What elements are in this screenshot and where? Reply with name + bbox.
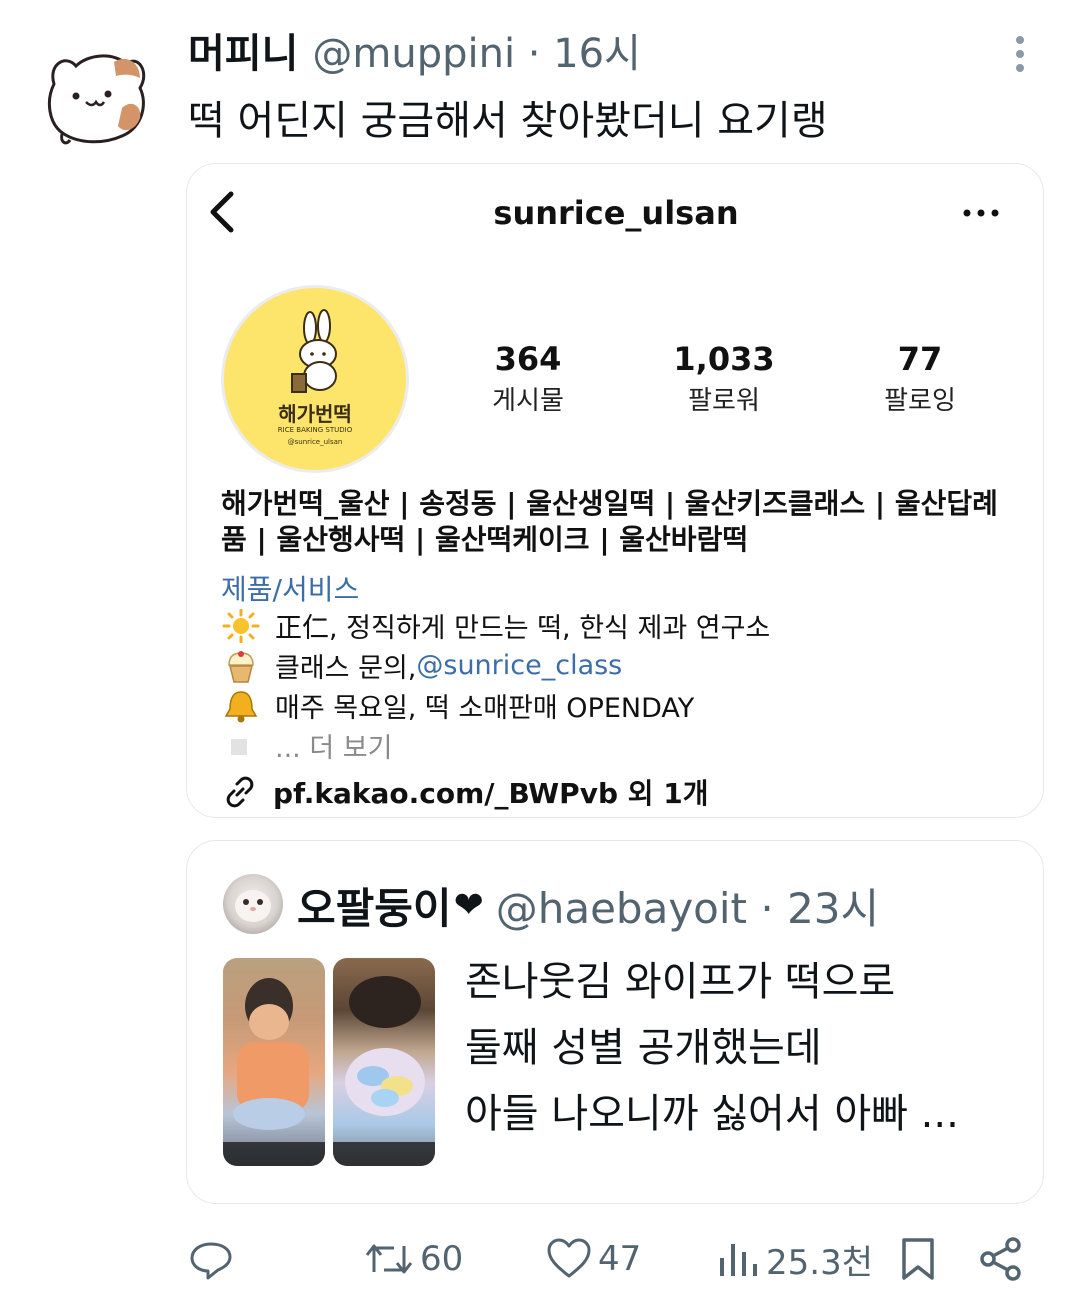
ig-class-mention: @sunrice_class	[416, 650, 623, 681]
ig-bio-line-4: ... 더 보기	[221, 726, 392, 765]
share-icon	[980, 1237, 1021, 1281]
bookmark-icon	[902, 1238, 934, 1280]
ig-followers-label: 팔로워	[688, 386, 760, 416]
ig-logo-handle: @sunrice_ulsan	[287, 438, 343, 446]
ig-posts-count: 364	[494, 340, 562, 378]
heart-emoji: ❤	[453, 884, 484, 926]
ig-link-row: pf.kakao.com/_BWPvb 외 1개	[221, 772, 708, 812]
views-button[interactable]: 25.3천	[716, 1228, 873, 1290]
ig-username: sunrice_ulsan	[493, 194, 739, 232]
ig-bio-line-1-text: 正仁, 정직하게 만드는 떡, 한식 제과 연구소	[275, 613, 771, 644]
tweet-text: 떡 어딘지 궁금해서 찾아봤더니 요기랭	[188, 98, 828, 144]
link-icon	[226, 776, 254, 808]
ig-bio-line-2: 클래스 문의, @sunrice_class	[221, 646, 622, 685]
quoted-author-avatar	[223, 874, 283, 934]
more-vert-icon[interactable]	[1006, 34, 1034, 74]
ig-followers-count: 1,033	[673, 340, 775, 378]
more-horiz-icon	[963, 209, 999, 217]
retweet-button[interactable]: 60	[364, 1228, 463, 1290]
ig-bio-line-3-text: 매주 목요일, 떡 소매판매 OPENDAY	[275, 693, 695, 724]
ig-stat-following: 77 팔로잉	[835, 340, 1005, 417]
like-button[interactable]: 47	[546, 1228, 641, 1290]
quoted-text-line-1: 존나웃김 와이프가 떡으로	[465, 959, 896, 1005]
author-display-name[interactable]: 머피니	[188, 21, 298, 79]
retweet-count: 60	[420, 1239, 464, 1279]
ig-following-count: 77	[897, 340, 943, 378]
quoted-text-line-3: 아들 나오니까 싫어서 아빠 ...	[465, 1091, 959, 1137]
ig-link-text: pf.kakao.com/_BWPvb 외 1개	[273, 777, 709, 810]
share-button[interactable]	[978, 1228, 1030, 1290]
tweet-action-bar: 60 47 25.3천	[0, 1228, 1080, 1290]
bell-icon	[224, 690, 258, 722]
ig-logo-sub: RICE BAKING STUDIO	[277, 426, 353, 434]
ig-stat-followers: 1,033 팔로워	[639, 340, 809, 417]
ig-stat-posts: 364 게시물	[443, 340, 613, 417]
views-icon	[720, 1244, 757, 1276]
reply-button[interactable]	[188, 1228, 240, 1290]
square-icon	[231, 738, 247, 755]
ig-bio-line-3: 매주 목요일, 떡 소매판매 OPENDAY	[221, 686, 694, 725]
like-icon	[547, 1238, 591, 1278]
ig-bio-line-2-text: 클래스 문의,	[275, 653, 417, 684]
bookmark-button[interactable]	[898, 1228, 944, 1290]
author-avatar[interactable]	[40, 38, 152, 150]
quoted-author-name: 오팔둥이	[297, 883, 452, 933]
hamster-avatar-icon	[235, 890, 271, 922]
ig-posts-label: 게시물	[492, 386, 564, 416]
tweet-image[interactable]: sunrice_ulsan 해가번떡 RICE BAKING STUDIO @s…	[186, 163, 1044, 818]
tweet-header: 머피니 @muppini · 16시	[188, 21, 641, 79]
ig-see-more: ... 더 보기	[275, 733, 393, 764]
quoted-media-thumbnail-1	[223, 958, 325, 1166]
ig-bio: 해가번떡_울산 | 송정동 | 울산생일떡 | 울산키즈클래스 | 울산답례품 …	[221, 487, 998, 556]
views-count: 25.3천	[766, 1242, 873, 1283]
retweet-icon	[365, 1244, 413, 1274]
cupcake-icon	[228, 650, 254, 683]
quoted-text-line-2: 둘째 성별 공개했는데	[465, 1025, 822, 1071]
quoted-tweet[interactable]: 오팔둥이 ❤ @haebayoit · 23시 존나웃김 와이프가 떡으로 둘째…	[186, 840, 1044, 1204]
sun-icon	[222, 608, 260, 643]
ig-profile-avatar: 해가번떡 RICE BAKING STUDIO @sunrice_ulsan	[221, 285, 409, 473]
ig-logo-text: 해가번떡	[278, 402, 352, 426]
reply-icon	[190, 1242, 232, 1280]
ig-category: 제품/서비스	[221, 573, 360, 606]
ig-bio-line-1: 正仁, 정직하게 만드는 떡, 한식 제과 연구소	[221, 606, 770, 645]
quoted-author-handle-time: @haebayoit · 23시	[495, 883, 880, 933]
author-handle-time[interactable]: @muppini · 16시	[312, 21, 641, 79]
quoted-media-thumbnail-2	[333, 958, 435, 1166]
like-count: 47	[598, 1239, 642, 1279]
ig-following-label: 팔로잉	[884, 386, 956, 416]
quoted-tweet-text: 존나웃김 와이프가 떡으로 둘째 성별 공개했는데 아들 나오니까 싫어서 아빠…	[465, 949, 959, 1147]
quoted-tweet-header: 오팔둥이 ❤ @haebayoit · 23시	[297, 877, 879, 933]
